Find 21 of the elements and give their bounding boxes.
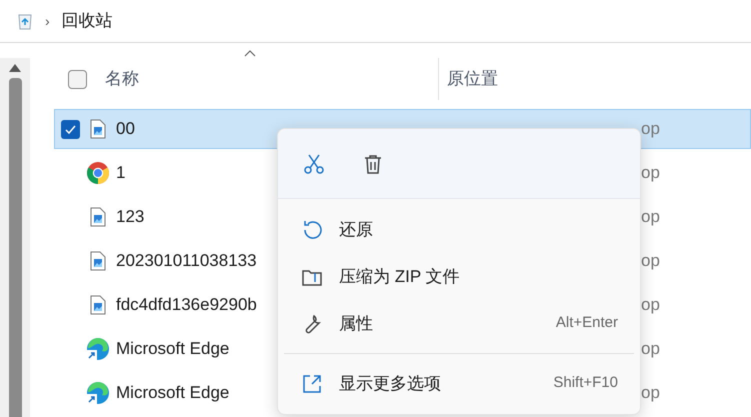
menu-item-label: 显示更多选项 bbox=[339, 372, 442, 395]
file-name: Microsoft Edge bbox=[116, 382, 230, 404]
file-name: fdc4dfd136e9290b bbox=[116, 294, 257, 316]
file-name: Microsoft Edge bbox=[116, 338, 230, 360]
location-cell-text: op bbox=[641, 338, 660, 360]
chevron-icon: › bbox=[41, 10, 54, 32]
file-name: 1 bbox=[116, 162, 126, 184]
file-name: 123 bbox=[116, 206, 144, 228]
location-cell-text: op bbox=[641, 162, 660, 184]
location-cell-text: op bbox=[641, 294, 660, 316]
menu-item-label: 压缩为 ZIP 文件 bbox=[339, 266, 461, 288]
location-cell-text: op bbox=[641, 382, 660, 404]
file-name: 202301011038133 bbox=[116, 250, 257, 272]
menu-item-label: 属性 bbox=[339, 312, 374, 335]
location-cell-text: op bbox=[641, 250, 660, 272]
shortcut-text: Alt+Enter bbox=[556, 313, 618, 334]
menu-item-label: 还原 bbox=[339, 218, 374, 241]
shortcut-text: Shift+F10 bbox=[553, 373, 618, 394]
location-cell-text: op bbox=[641, 206, 660, 228]
location-cell-text: op bbox=[641, 118, 660, 140]
file-name: 00 bbox=[116, 118, 135, 140]
